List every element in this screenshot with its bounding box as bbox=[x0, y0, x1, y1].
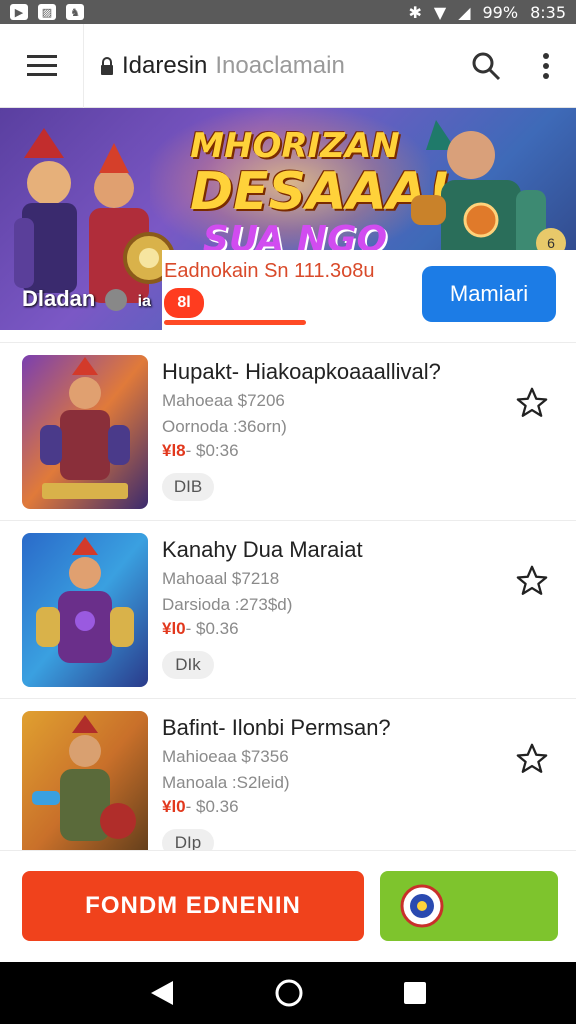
item-title[interactable]: Kanahy Dua Maraiat bbox=[162, 537, 363, 563]
status-bar: ▶ ▨ ♞ ✱ ▼ ◢ 99% 8:35 bbox=[0, 0, 576, 24]
item-tag[interactable]: DIB bbox=[162, 473, 214, 501]
menu-button[interactable] bbox=[0, 23, 84, 108]
item-tag[interactable]: DIk bbox=[162, 651, 214, 679]
bottom-action-bar: FONDM EDNENIN bbox=[0, 850, 576, 962]
app-icon: ♞ bbox=[66, 4, 84, 20]
star-outline-icon bbox=[516, 565, 548, 595]
game-list: Hupakt- Hiakoapkoaaallival? Mahoeaa $720… bbox=[0, 342, 576, 876]
banner-logo-icon bbox=[105, 289, 128, 312]
image-icon: ▨ bbox=[38, 4, 56, 20]
more-options-button[interactable] bbox=[516, 36, 576, 96]
item-price: ¥l0- $0.36 bbox=[162, 797, 239, 816]
promo-pill: 8l bbox=[164, 288, 204, 318]
banner-title-line1: MHORIZAN bbox=[190, 126, 400, 166]
item-detail: Oornoda :36orn) bbox=[162, 417, 287, 436]
item-title[interactable]: Bafint- Ilonbi Permsan? bbox=[162, 715, 391, 741]
recents-icon[interactable] bbox=[403, 981, 427, 1005]
home-icon[interactable] bbox=[274, 978, 304, 1008]
more-vert-icon bbox=[543, 52, 549, 79]
list-item[interactable]: Kanahy Dua Maraiat Mahoaal $7218 Darsiod… bbox=[0, 520, 576, 698]
item-detail: Manoala :S2leid) bbox=[162, 773, 290, 792]
item-detail: Mahoaal $7218 bbox=[162, 569, 280, 588]
banner-title: MHORIZAN DESAAA! SUA NGO bbox=[190, 126, 451, 260]
primary-cta-button[interactable]: FONDM EDNENIN bbox=[22, 871, 364, 941]
url-domain: Idaresin bbox=[122, 51, 208, 79]
favorite-button[interactable] bbox=[512, 383, 552, 423]
promo-text: Eadnokain Sn 111.3o8u bbox=[164, 260, 375, 282]
item-detail: Mahioeaa $7356 bbox=[162, 747, 289, 766]
list-item[interactable]: Hupakt- Hiakoapkoaaallival? Mahoeaa $720… bbox=[0, 342, 576, 520]
item-detail: Mahoeaa $7206 bbox=[162, 391, 285, 410]
bluetooth-icon: ✱ bbox=[408, 2, 422, 22]
promo-underline bbox=[164, 320, 306, 325]
favorite-button[interactable] bbox=[512, 561, 552, 601]
star-outline-icon bbox=[516, 743, 548, 773]
game-thumbnail[interactable] bbox=[22, 355, 148, 509]
back-icon[interactable] bbox=[149, 979, 175, 1007]
app-logo-icon bbox=[400, 884, 444, 928]
hamburger-icon bbox=[26, 54, 57, 76]
game-thumbnail[interactable] bbox=[22, 533, 148, 687]
game-thumbnail[interactable] bbox=[22, 711, 148, 865]
favorite-button[interactable] bbox=[512, 739, 552, 779]
promo-card: Eadnokain Sn 111.3o8u 8l Mamiari bbox=[162, 250, 576, 330]
battery-level: 99% bbox=[482, 2, 519, 22]
promo-button[interactable]: Mamiari bbox=[422, 266, 556, 322]
search-button[interactable] bbox=[456, 36, 516, 96]
item-title[interactable]: Hupakt- Hiakoapkoaaallival? bbox=[162, 359, 441, 385]
play-icon: ▶ bbox=[10, 4, 28, 20]
banner-title-line2: DESAAA! bbox=[190, 162, 451, 222]
banner-side-label: Dladan ia bbox=[22, 286, 151, 312]
url-bar[interactable]: Idaresin Inoaclamain bbox=[84, 52, 456, 80]
item-price: ¥l0- $0.36 bbox=[162, 619, 239, 638]
search-icon bbox=[472, 52, 501, 80]
url-path: Inoaclamain bbox=[215, 51, 345, 79]
signal-icon: ◢ bbox=[458, 2, 471, 22]
star-outline-icon bbox=[516, 387, 548, 417]
item-price: ¥l8- $0:36 bbox=[162, 441, 239, 460]
item-detail: Darsioda :273$d) bbox=[162, 595, 293, 614]
secondary-cta-button[interactable] bbox=[380, 871, 558, 941]
lock-icon bbox=[101, 56, 113, 75]
wifi-icon: ▼ bbox=[433, 2, 447, 22]
system-nav-bar bbox=[0, 962, 576, 1024]
clock: 8:35 bbox=[530, 2, 566, 22]
browser-bar: Idaresin Inoaclamain bbox=[0, 23, 576, 108]
